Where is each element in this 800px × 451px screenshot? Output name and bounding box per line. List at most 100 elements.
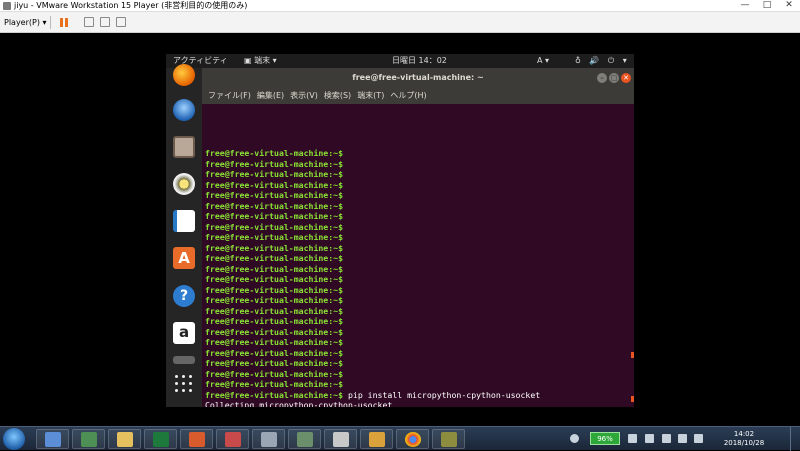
shell-prompt: free@free-virtual-machine:~$ <box>205 263 344 274</box>
menu-terminal[interactable]: 端末(T) <box>357 88 384 104</box>
windows-taskbar: 96% 14:02 2018/10/28 <box>0 426 800 451</box>
shell-prompt: free@free-virtual-machine:~$ <box>205 379 344 389</box>
removable-devices-icon[interactable] <box>100 17 110 27</box>
shell-prompt: free@free-virtual-machine:~$ <box>205 274 344 284</box>
vmware-app-icon <box>3 2 11 10</box>
terminal-line: free@free-virtual-machine:~$ <box>205 201 634 212</box>
show-apps-icon[interactable] <box>173 373 195 395</box>
input-method-indicator[interactable]: A ▾ <box>537 54 549 68</box>
terminal-line: free@free-virtual-machine:~$ <box>205 253 634 264</box>
terminal-line: free@free-virtual-machine:~$ <box>205 306 634 317</box>
shell-prompt: free@free-virtual-machine:~$ <box>205 326 344 337</box>
guest-display[interactable]: アクティビティ ▣ 端末 ▾ 日曜日 14：02 A ▾ ♁ 🔊 ⏻ ▾ A ?… <box>166 54 634 407</box>
host-window-controls: — □ ✕ <box>734 0 800 12</box>
terminal-minimize-button[interactable]: – <box>597 73 607 83</box>
taskbar-app-7[interactable] <box>252 429 285 449</box>
taskbar-app-2[interactable] <box>72 429 105 449</box>
taskbar-app-10[interactable] <box>360 429 393 449</box>
terminal-line: free@free-virtual-machine:~$ <box>205 327 634 338</box>
shell-prompt: free@free-virtual-machine:~$ <box>205 284 344 295</box>
taskbar-app-5[interactable] <box>180 429 213 449</box>
menu-help[interactable]: ヘルプ(H) <box>390 88 426 104</box>
terminal-line: Collecting micropython-cpython-usocket <box>205 400 634 407</box>
top-bar-clock[interactable]: 日曜日 14：02 <box>392 54 447 68</box>
shell-prompt: free@free-virtual-machine:~$ <box>205 148 344 158</box>
taskbar-explorer[interactable] <box>108 429 141 449</box>
shell-prompt: free@free-virtual-machine:~$ <box>205 347 344 358</box>
terminal-menu-bar: ファイル(F) 編集(E) 表示(V) 検索(S) 端末(T) ヘルプ(H) <box>208 88 427 104</box>
shell-prompt: free@free-virtual-machine:~$ <box>205 242 344 253</box>
host-title-bar: jiyu - VMware Workstation 15 Player (非営利… <box>0 0 800 12</box>
pause-icon[interactable] <box>58 16 70 29</box>
terminal-line: free@free-virtual-machine:~$ <box>205 211 634 222</box>
shell-prompt: free@free-virtual-machine:~$ <box>205 158 344 169</box>
show-desktop-button[interactable] <box>790 427 800 451</box>
taskbar-app-1[interactable] <box>36 429 69 449</box>
terminal-line: free@free-virtual-machine:~$ pip install… <box>205 390 634 401</box>
player-menu-button[interactable]: Player(P) ▾ <box>4 16 47 29</box>
taskbar-app-6[interactable] <box>216 429 249 449</box>
taskbar-time: 14:02 <box>733 430 755 438</box>
flag-icon[interactable] <box>662 434 671 443</box>
volume-icon[interactable] <box>694 434 703 443</box>
amazon-icon[interactable]: a <box>173 322 195 344</box>
shell-prompt: free@free-virtual-machine:~$ <box>205 295 344 305</box>
unity-mode-icon[interactable] <box>116 17 126 27</box>
terminal-line: free@free-virtual-machine:~$ <box>205 190 634 201</box>
thunderbird-icon[interactable] <box>173 99 195 121</box>
menu-file[interactable]: ファイル(F) <box>208 88 251 104</box>
rhythmbox-icon[interactable] <box>173 173 195 195</box>
shell-prompt: free@free-virtual-machine:~$ <box>205 179 344 190</box>
start-button[interactable] <box>3 428 25 450</box>
terminal-line: free@free-virtual-machine:~$ <box>205 169 634 180</box>
menu-view[interactable]: 表示(V) <box>290 88 318 104</box>
terminal-app-menu[interactable]: ▣ 端末 ▾ <box>244 54 277 68</box>
menu-edit[interactable]: 編集(E) <box>257 88 284 104</box>
terminal-line: free@free-virtual-machine:~$ <box>205 148 634 159</box>
software-icon[interactable]: A <box>173 247 195 269</box>
taskbar-excel[interactable] <box>144 429 177 449</box>
shell-prompt: free@free-virtual-machine:~$ <box>205 368 344 379</box>
scrollbar-marker[interactable] <box>631 396 634 402</box>
terminal-line: free@free-virtual-machine:~$ <box>205 180 634 191</box>
terminal-output[interactable]: free@free-virtual-machine:~$ free@free-vi… <box>202 104 634 407</box>
network-icon[interactable] <box>678 434 687 443</box>
shell-prompt: free@free-virtual-machine:~$ <box>205 169 344 179</box>
help-tray-icon[interactable] <box>570 434 579 443</box>
taskbar-clock[interactable]: 14:02 2018/10/28 <box>712 430 776 448</box>
shell-prompt: free@free-virtual-machine:~$ <box>205 305 344 316</box>
removable-drive-icon[interactable] <box>173 356 195 364</box>
terminal-maximize-button[interactable]: □ <box>609 73 619 83</box>
player-toolbar: Player(P) ▾ <box>0 12 800 33</box>
terminal-title: free@free-virtual-machine: ~ <box>352 73 484 82</box>
send-ctrl-alt-del-icon[interactable] <box>84 17 94 27</box>
maximize-button[interactable]: □ <box>756 0 778 12</box>
ubuntu-dock: A ? a <box>166 64 202 407</box>
minimize-button[interactable]: — <box>734 0 756 12</box>
terminal-line: free@free-virtual-machine:~$ <box>205 264 634 275</box>
battery-indicator[interactable]: 96% <box>590 432 620 445</box>
help-icon[interactable]: ? <box>173 285 195 307</box>
taskbar-chrome[interactable] <box>396 429 429 449</box>
shell-prompt: free@free-virtual-machine:~$ <box>205 221 344 232</box>
terminal-line: free@free-virtual-machine:~$ <box>205 159 634 170</box>
terminal-line: free@free-virtual-machine:~$ <box>205 274 634 285</box>
shell-prompt: free@free-virtual-machine:~$ <box>205 232 344 242</box>
terminal-text: pip install micropython-cpython-usocket <box>343 389 541 400</box>
terminal-line: free@free-virtual-machine:~$ <box>205 222 634 233</box>
taskbar-app-9[interactable] <box>324 429 357 449</box>
gnome-top-bar: アクティビティ ▣ 端末 ▾ 日曜日 14：02 A ▾ ♁ 🔊 ⏻ ▾ <box>166 54 634 68</box>
writer-icon[interactable] <box>173 210 195 232</box>
system-menu[interactable]: ♁ 🔊 ⏻ ▾ <box>575 54 630 68</box>
terminal-line: free@free-virtual-machine:~$ <box>205 295 634 306</box>
firefox-icon[interactable] <box>173 64 195 86</box>
taskbar-vmware[interactable] <box>432 429 465 449</box>
tray-icon-1[interactable] <box>628 434 637 443</box>
close-button[interactable]: ✕ <box>778 0 800 12</box>
terminal-close-button[interactable]: ✕ <box>621 73 631 83</box>
menu-search[interactable]: 検索(S) <box>324 88 351 104</box>
tray-icon-2[interactable] <box>645 434 654 443</box>
scrollbar-marker[interactable] <box>631 352 634 358</box>
files-icon[interactable] <box>173 136 195 158</box>
taskbar-app-8[interactable] <box>288 429 321 449</box>
